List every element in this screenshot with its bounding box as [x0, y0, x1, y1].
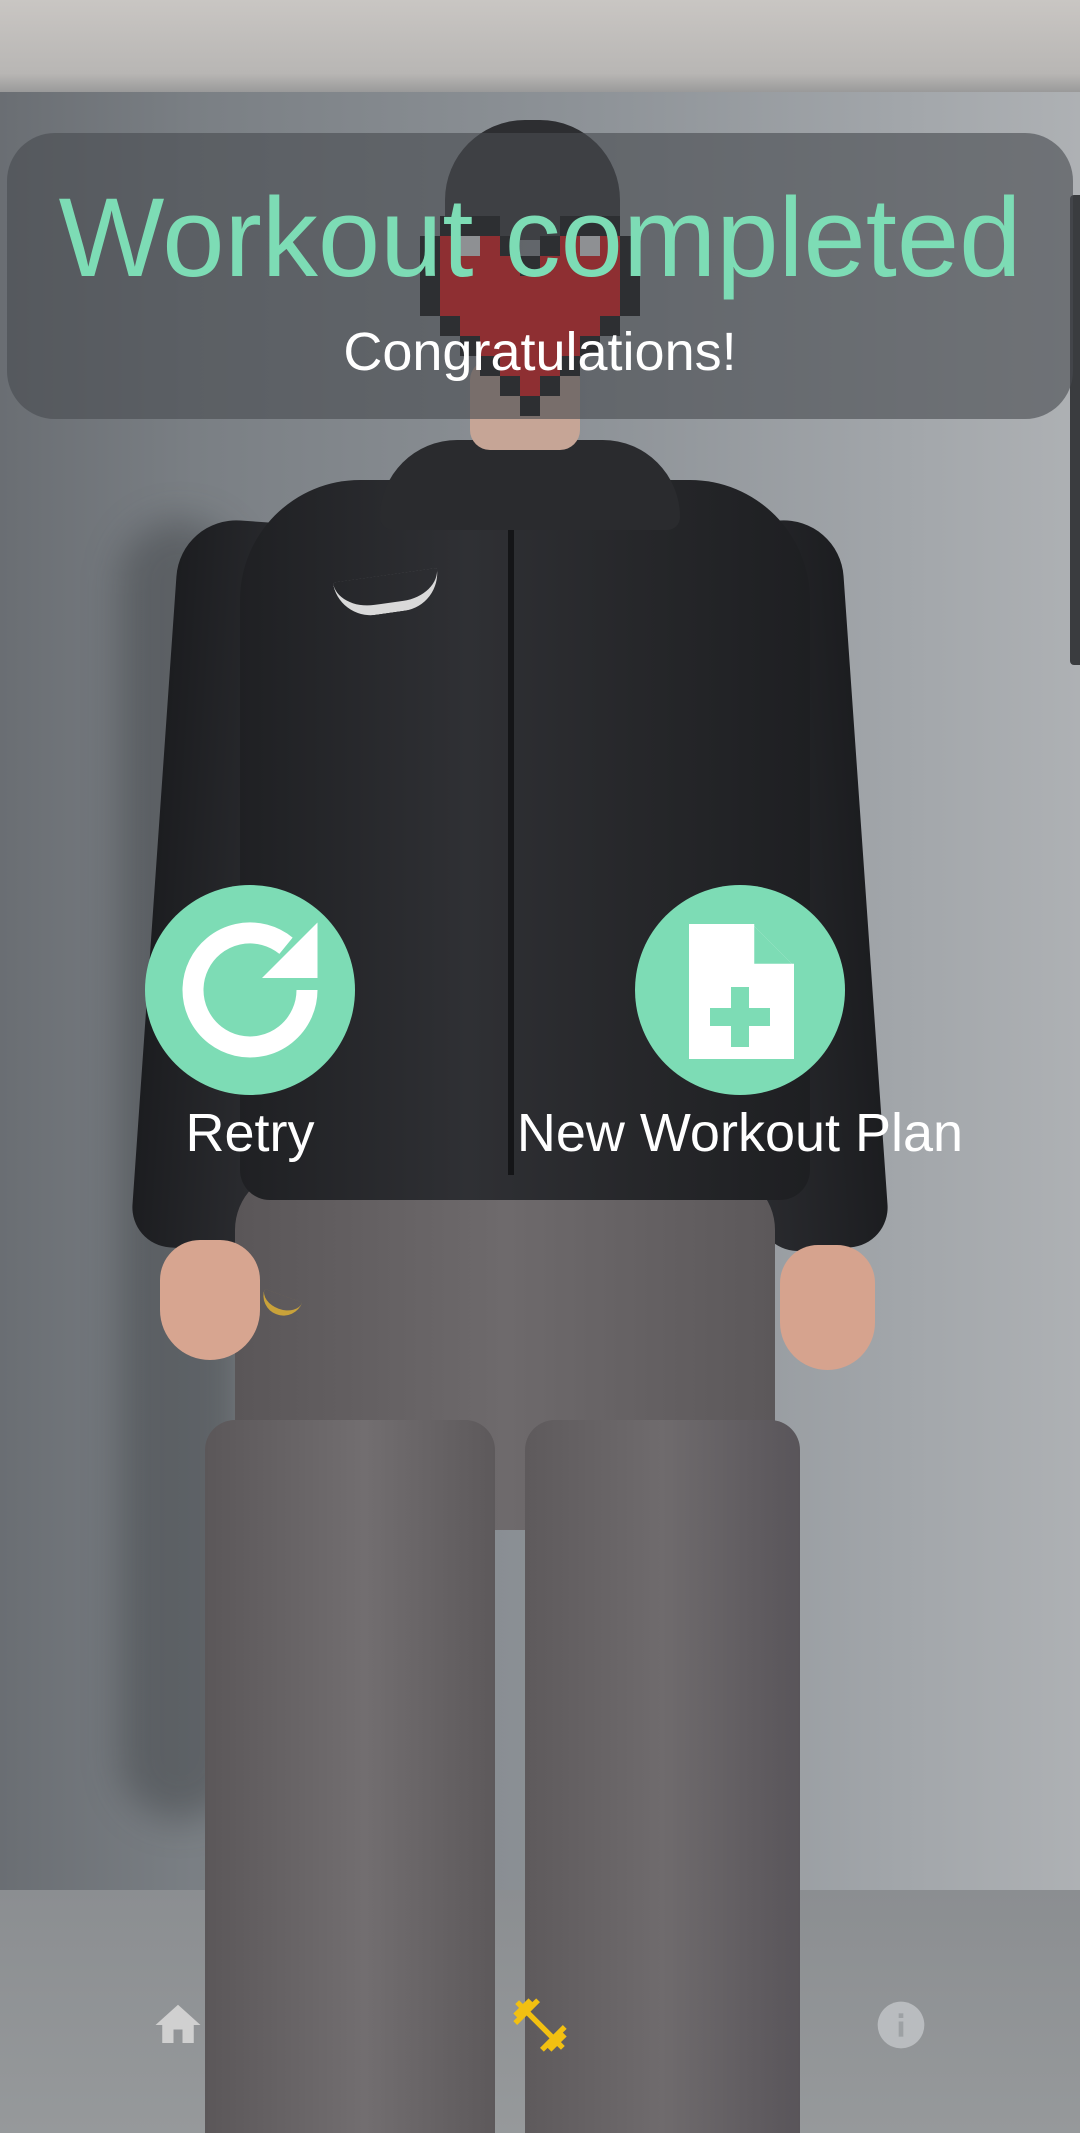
new-workout-plan-circle[interactable] [635, 885, 845, 1095]
new-workout-plan-button[interactable]: New Workout Plan [500, 885, 980, 1185]
person-right-hand [780, 1245, 875, 1370]
nav-home[interactable] [138, 1985, 218, 2065]
home-icon [155, 2004, 201, 2043]
new-document-icon [689, 924, 794, 1059]
congratulations-message: Congratulations! [343, 322, 737, 382]
nav-info[interactable] [861, 1985, 941, 2065]
bottom-navigation [0, 1985, 1080, 2085]
jacket-hood [380, 440, 680, 530]
workout-summary-panel: Workout completed Congratulations! [7, 133, 1073, 419]
new-workout-plan-label[interactable]: New Workout Plan [500, 1100, 980, 1166]
retry-label[interactable]: Retry [10, 1100, 490, 1166]
dumbbell-icon [513, 1998, 567, 2052]
nav-workout[interactable] [500, 1985, 580, 2065]
retry-circle[interactable] [145, 885, 355, 1095]
person-left-hand [160, 1240, 260, 1360]
retry-icon [182, 922, 318, 1058]
info-icon [877, 2001, 925, 2049]
page-title: Workout completed [58, 175, 1022, 300]
retry-button[interactable]: Retry [10, 885, 490, 1185]
